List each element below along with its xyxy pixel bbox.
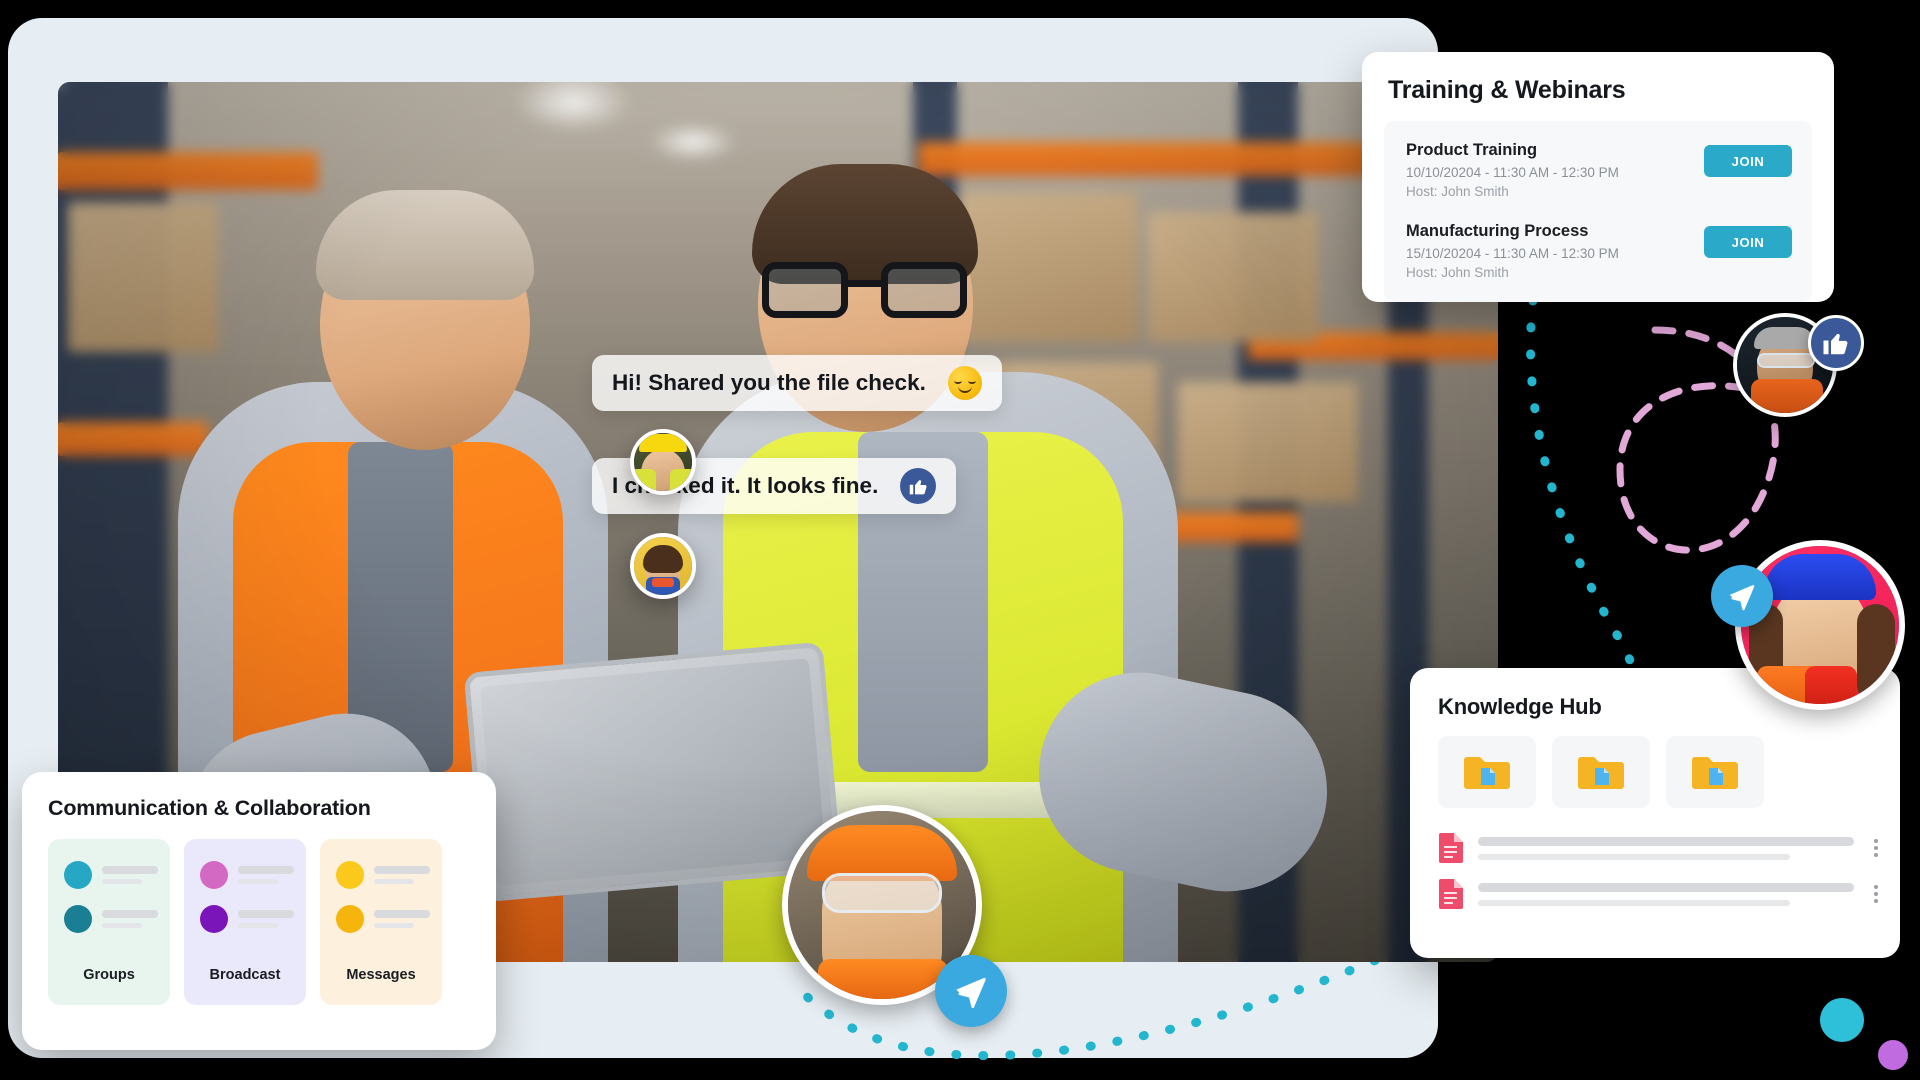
tile-groups[interactable]: Groups: [48, 839, 170, 1005]
decorative-circle-teal: [1820, 998, 1864, 1042]
more-options-icon[interactable]: [1868, 885, 1878, 903]
training-card-title: Training & Webinars: [1388, 76, 1626, 104]
avatar-dot-icon: [64, 861, 92, 889]
tile-broadcast[interactable]: Broadcast: [184, 839, 306, 1005]
placeholder-bars: [374, 866, 430, 884]
avatar-dot-icon: [64, 905, 92, 933]
avatar-chat-sender-2[interactable]: [630, 533, 696, 599]
send-message-icon[interactable]: [1711, 565, 1773, 627]
more-options-icon[interactable]: [1868, 839, 1878, 857]
placeholder-bars: [374, 910, 430, 928]
knowledge-hub-card: Knowledge Hub: [1410, 668, 1900, 958]
document-icon: [1439, 833, 1463, 863]
webinar-info: Manufacturing Process 15/10/20204 - 11:3…: [1406, 220, 1619, 281]
folder-icon: [1578, 757, 1624, 789]
folder-grid: [1410, 720, 1900, 808]
document-placeholder-bars: [1478, 836, 1854, 860]
page-root: Training & Webinars Product Training 10/…: [0, 0, 1920, 1080]
tile-messages[interactable]: Messages: [320, 839, 442, 1005]
avatar-dot-icon: [200, 905, 228, 933]
tile-row: [320, 861, 442, 889]
tile-row: [48, 861, 170, 889]
webinar-row[interactable]: Manufacturing Process 15/10/20204 - 11:3…: [1384, 210, 1812, 291]
placeholder-bars: [102, 910, 158, 928]
webinar-info: Product Training 10/10/20204 - 11:30 AM …: [1406, 139, 1619, 200]
join-button[interactable]: JOIN: [1704, 145, 1792, 177]
avatar-chat-sender-1[interactable]: [630, 429, 696, 495]
tile-row: [184, 905, 306, 933]
webinar-row[interactable]: Product Training 10/10/20204 - 11:30 AM …: [1384, 129, 1812, 210]
smiling-face-emoji: [947, 366, 982, 400]
thumbs-up-icon: [900, 468, 937, 504]
chat-bubble-1[interactable]: Hi! Shared you the file check.: [592, 355, 1002, 411]
tile-label: Broadcast: [209, 967, 281, 983]
document-list: [1410, 808, 1900, 918]
communication-tiles: Groups Broadcast Messages: [22, 821, 496, 1005]
folder-tile[interactable]: [1666, 736, 1764, 808]
webinar-name: Product Training: [1406, 141, 1538, 159]
communication-collaboration-card: Communication & Collaboration Groups Bro…: [22, 772, 496, 1050]
document-icon: [1439, 879, 1463, 909]
webinar-time: 15/10/20204 - 11:30 AM - 12:30 PM: [1406, 246, 1619, 261]
tile-row: [320, 905, 442, 933]
avatar-right[interactable]: [1735, 540, 1905, 710]
folder-icon: [1692, 757, 1738, 789]
folder-tile[interactable]: [1438, 736, 1536, 808]
chat-message-text: Hi! Shared you the file check.: [612, 370, 926, 395]
decorative-circle-purple: [1878, 1040, 1908, 1070]
folder-icon: [1464, 757, 1510, 789]
folder-tile[interactable]: [1552, 736, 1650, 808]
webinar-name: Manufacturing Process: [1406, 222, 1589, 241]
document-placeholder-bars: [1478, 882, 1854, 906]
tile-row: [184, 861, 306, 889]
document-row[interactable]: [1438, 872, 1878, 918]
tile-row: [48, 905, 170, 933]
join-button[interactable]: JOIN: [1704, 226, 1792, 259]
tile-label: Groups: [83, 967, 135, 983]
avatar-dot-icon: [336, 861, 364, 889]
communication-card-title: Communication & Collaboration: [48, 796, 371, 820]
document-row[interactable]: [1438, 826, 1878, 872]
placeholder-bars: [102, 866, 158, 884]
webinar-time: 10/10/20204 - 11:30 AM - 12:30 PM: [1406, 164, 1619, 180]
thumbs-up-icon: [1808, 315, 1864, 371]
webinar-list: Product Training 10/10/20204 - 11:30 AM …: [1384, 121, 1812, 302]
webinar-host: Host: John Smith: [1406, 183, 1509, 199]
placeholder-bars: [238, 866, 294, 884]
webinar-host: Host: John Smith: [1406, 264, 1509, 280]
training-webinars-card: Training & Webinars Product Training 10/…: [1362, 52, 1834, 302]
send-message-icon[interactable]: [935, 955, 1007, 1027]
avatar-dot-icon: [200, 861, 228, 889]
placeholder-bars: [238, 910, 294, 928]
tile-label: Messages: [346, 967, 416, 983]
avatar-dot-icon: [336, 905, 364, 933]
